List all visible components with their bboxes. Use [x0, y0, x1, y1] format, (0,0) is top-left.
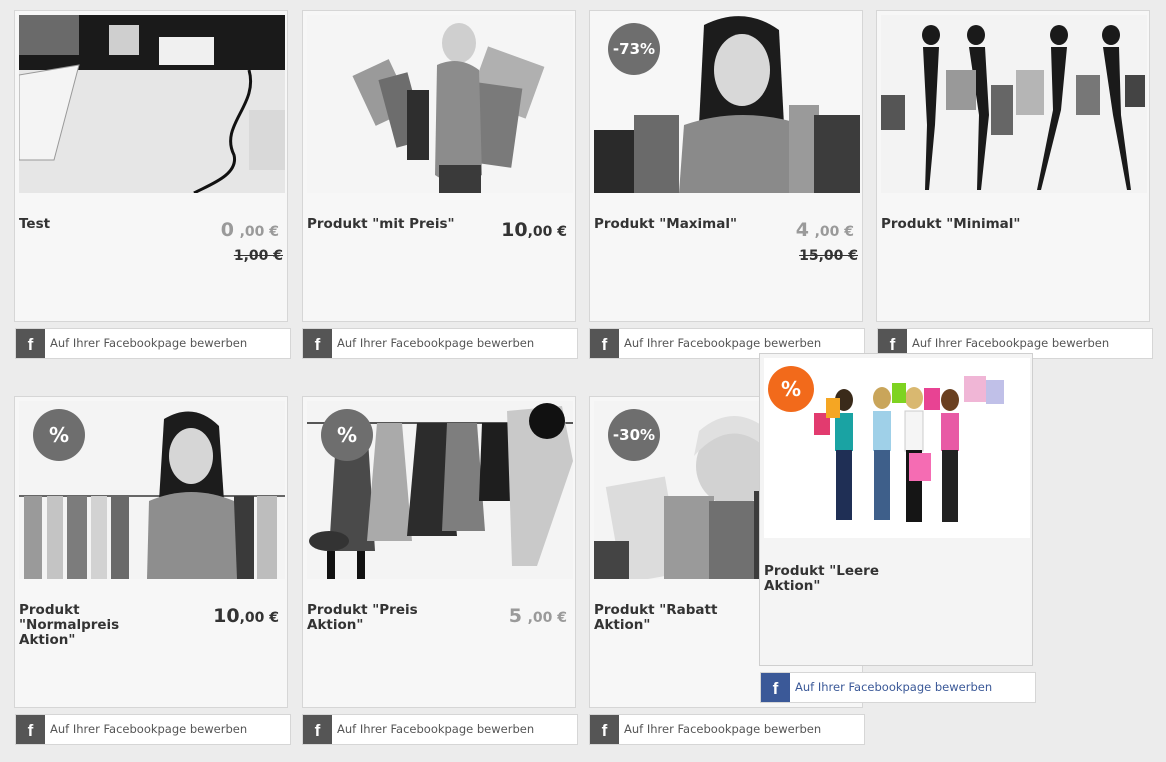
facebook-icon: f [303, 329, 332, 358]
price-cents: ,00 € [239, 224, 279, 240]
price-cents: ,00 € [527, 224, 567, 240]
product-title[interactable]: Produkt "Preis Aktion" [307, 603, 457, 633]
product-card[interactable]: % Produkt "Normalpreis Aktion" 10,00 € [14, 396, 288, 708]
product-title[interactable]: Produkt "Leere Aktion" [764, 564, 914, 594]
product-price: 10,00 € [501, 219, 567, 241]
product-title[interactable]: Test [19, 217, 169, 232]
product-title[interactable]: Produkt "Rabatt Aktion" [594, 603, 744, 633]
price-integer: 0 [220, 219, 234, 241]
price-integer: 10 [501, 219, 528, 241]
product-title[interactable]: Produkt "Normalpreis Aktion" [19, 603, 169, 648]
old-price: 1,00 € [233, 248, 283, 264]
facebook-promote-label: Auf Ihrer Facebookpage bewerben [912, 336, 1110, 350]
price-cents: ,00 € [527, 610, 567, 626]
product-card-hovered[interactable]: % Produkt "Leere Aktion" [759, 353, 1033, 666]
facebook-promote-button[interactable]: f Auf Ihrer Facebookpage bewerben [302, 328, 578, 359]
price-cents: ,00 € [814, 224, 854, 240]
product-image[interactable] [19, 15, 285, 193]
old-price: 15,00 € [799, 248, 858, 264]
promotion-badge: % [768, 366, 814, 412]
product-image[interactable]: % [764, 358, 1030, 538]
facebook-promote-label: Auf Ihrer Facebookpage bewerben [50, 722, 248, 736]
product-image[interactable]: % [307, 401, 573, 579]
product-card[interactable]: Produkt "Minimal" [876, 10, 1150, 322]
facebook-promote-label: Auf Ihrer Facebookpage bewerben [624, 336, 822, 350]
product-title[interactable]: Produkt "Minimal" [881, 217, 1031, 232]
price-cents: ,00 € [239, 610, 279, 626]
product-image[interactable] [881, 15, 1147, 193]
product-card[interactable]: Test 0 ,00 € 1,00 € [14, 10, 288, 322]
promotion-badge: % [321, 409, 373, 461]
product-card[interactable]: % Produkt "Preis Aktion" 5 ,00 € [302, 396, 576, 708]
facebook-promote-label: Auf Ihrer Facebookpage bewerben [795, 680, 993, 694]
facebook-promote-label: Auf Ihrer Facebookpage bewerben [337, 336, 535, 350]
price-integer: 4 [795, 219, 809, 241]
product-card[interactable]: Produkt "mit Preis" 10,00 € [302, 10, 576, 322]
product-image[interactable]: -73% [594, 15, 860, 193]
facebook-promote-button[interactable]: f Auf Ihrer Facebookpage bewerben [15, 328, 291, 359]
product-image[interactable]: % [19, 401, 285, 579]
discount-badge: -73% [608, 23, 660, 75]
product-title[interactable]: Produkt "Maximal" [594, 217, 744, 232]
product-price: 4 ,00 € [796, 219, 854, 241]
facebook-icon: f [761, 673, 790, 702]
facebook-icon: f [590, 715, 619, 744]
facebook-promote-button[interactable]: f Auf Ihrer Facebookpage bewerben [589, 714, 865, 745]
price-integer: 10 [213, 605, 240, 627]
discount-badge: -30% [608, 409, 660, 461]
facebook-icon: f [16, 329, 45, 358]
facebook-promote-button[interactable]: f Auf Ihrer Facebookpage bewerben [15, 714, 291, 745]
facebook-promote-button[interactable]: f Auf Ihrer Facebookpage bewerben [760, 672, 1036, 703]
facebook-icon: f [303, 715, 332, 744]
facebook-promote-button[interactable]: f Auf Ihrer Facebookpage bewerben [302, 714, 578, 745]
facebook-promote-label: Auf Ihrer Facebookpage bewerben [337, 722, 535, 736]
product-price: 0 ,00 € [221, 219, 279, 241]
product-price: 10,00 € [213, 605, 279, 627]
facebook-promote-label: Auf Ihrer Facebookpage bewerben [50, 336, 248, 350]
facebook-promote-label: Auf Ihrer Facebookpage bewerben [624, 722, 822, 736]
product-price: 5 ,00 € [509, 605, 567, 627]
product-title[interactable]: Produkt "mit Preis" [307, 217, 457, 232]
facebook-icon: f [16, 715, 45, 744]
promotion-badge: % [33, 409, 85, 461]
price-integer: 5 [508, 605, 522, 627]
product-card[interactable]: -73% Produkt "Maximal" 4 ,00 € 15,00 € [589, 10, 863, 322]
facebook-icon: f [590, 329, 619, 358]
product-image[interactable] [307, 15, 573, 193]
